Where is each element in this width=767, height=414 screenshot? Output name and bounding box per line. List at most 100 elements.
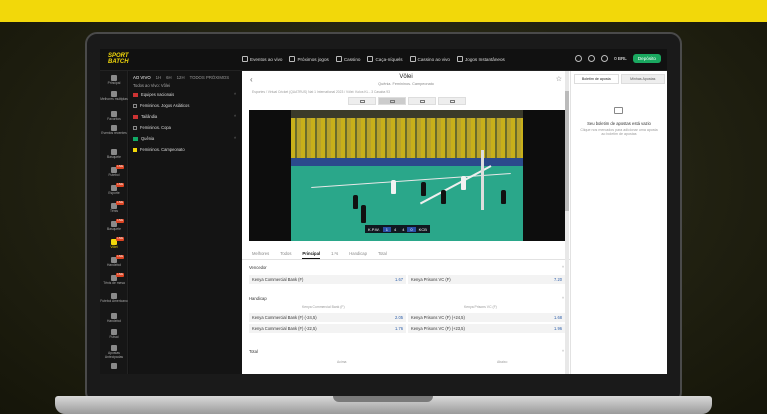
rail-item-football[interactable]: LIVE Futebol (100, 165, 128, 178)
checkbox[interactable] (133, 103, 137, 108)
betslip-empty-title: Seu boletim de apostas está vazio (587, 121, 651, 126)
outcome-label: Kenya Prisons VC (F) (+23,5) (411, 326, 465, 331)
home-team-abbr: K.P.W. (368, 226, 380, 232)
tab-live[interactable]: AO VIVO (133, 75, 151, 80)
nav-label: Próximos jogos (297, 56, 329, 62)
rail-item-american-football[interactable]: Futebol Americano (100, 293, 128, 304)
notification-icon[interactable] (588, 55, 596, 62)
video-player-figure (441, 190, 446, 204)
league-item[interactable]: Femininos. Jogos Asiáticos (133, 103, 238, 108)
nav-upcoming[interactable]: Próximos jogos (289, 56, 329, 62)
live-video-player[interactable]: K.P.W. 1 4 4 0 KCB (249, 110, 565, 241)
league-label: Tailândia (141, 114, 158, 119)
league-item[interactable]: Femininos. Copa (133, 125, 238, 130)
odds-row: Kenya Commercial Bank (F) 1.67 Kenya Pris… (249, 275, 565, 284)
tab-6h[interactable]: 6H (166, 75, 172, 80)
live-badge: LIVE (116, 237, 124, 241)
scrollbar-thumb[interactable] (565, 91, 569, 211)
rail-item-home[interactable]: Principal (100, 75, 128, 86)
chevron-up-icon[interactable]: ^ (562, 296, 564, 301)
scrollbar[interactable] (565, 71, 569, 374)
tab-main[interactable]: Principal (302, 251, 321, 259)
rail-label: Tênis (109, 209, 119, 213)
tab-total[interactable]: Total (378, 251, 387, 259)
tab-first[interactable]: 1.ºs (331, 251, 338, 259)
nav-live-events[interactable]: Eventos ao vivo (242, 56, 282, 62)
scoreboard-icon (359, 99, 365, 103)
rail-label: Futsal (109, 335, 119, 339)
tab-handicap[interactable]: Handicap (349, 251, 367, 259)
tab-all-upcoming[interactable]: TODOS PRÓXIMOS (190, 75, 230, 80)
rail-item-tennis[interactable]: LIVE Tênis (100, 201, 128, 214)
checkbox-checked[interactable] (133, 147, 137, 152)
league-header-national[interactable]: Equipes nacionais ^ (133, 92, 238, 97)
tab-my-bets[interactable]: Minhas Apostas (620, 74, 665, 84)
rail-item-basketball-1[interactable]: Basquete (100, 149, 128, 160)
rail-item-handball-2[interactable]: Handebol (100, 313, 128, 324)
rail-item-table-tennis[interactable]: LIVE Tênis de mesa (100, 273, 128, 286)
tab-12h[interactable]: 12H (177, 75, 185, 80)
rail-item-volleyball[interactable]: LIVE Vôlei (100, 237, 128, 250)
user-icon[interactable] (601, 55, 609, 62)
live-badge: LIVE (116, 165, 124, 169)
rocket-icon (456, 56, 463, 62)
league-header-thailand[interactable]: Tailândia ^ (133, 114, 238, 119)
column-header: Acima (337, 360, 347, 364)
rail-label: Apostas Antecipadas (104, 351, 124, 359)
rail-item-basketball-2[interactable]: LIVE Basquete (100, 219, 128, 232)
rail-item-more[interactable] (100, 363, 128, 370)
odds-button[interactable]: Kenya Prisons VC (F) 7.20 (408, 275, 565, 284)
rail-item-futsal[interactable]: Futsal (100, 329, 128, 340)
market-tabs: Melhores Todos Principal 1.ºs Handicap T… (252, 251, 387, 259)
favorite-star-icon[interactable]: ☆ (556, 75, 562, 83)
odds-button[interactable]: Kenya Commercial Bank (F) (-22,5) 1.76 (249, 324, 406, 333)
deposit-button[interactable]: Depósito (632, 54, 661, 63)
away-points: 4 (402, 226, 405, 232)
video-player-figure (391, 180, 396, 194)
rail-item-handball-1[interactable]: LIVE Handebol (100, 255, 128, 268)
tab-all[interactable]: Todos (280, 251, 291, 259)
outcome-label: Kenya Prisons VC (F) (411, 277, 451, 282)
odds-value: 2.05 (395, 315, 403, 320)
flag-icon (133, 114, 138, 119)
view-video-button[interactable] (378, 97, 406, 105)
rail-label: Eventos recentes (101, 131, 127, 135)
video-player-figure (501, 190, 506, 204)
tab-1h[interactable]: 1H (156, 75, 162, 80)
nav-live-casino[interactable]: Cassino ao vivo (409, 56, 450, 62)
nav-casino[interactable]: Cassino (335, 56, 360, 62)
market-title-total: Total (249, 349, 258, 354)
chevron-up-icon: ^ (234, 114, 236, 119)
checkbox[interactable] (133, 125, 137, 130)
search-icon[interactable] (575, 55, 583, 62)
rail-label: Basquete (107, 155, 121, 159)
league-header-kenya[interactable]: Quênia ^ (133, 136, 238, 141)
chevron-up-icon[interactable]: ^ (562, 265, 564, 270)
tab-best[interactable]: Melhores (252, 251, 269, 259)
rail-item-best-multiples[interactable]: Melhores multiplas (100, 91, 128, 102)
outcome-label: Kenya Commercial Bank (F) (-24,5) (252, 315, 317, 320)
chevron-up-icon[interactable]: ^ (562, 349, 564, 354)
odds-button[interactable]: Kenya Prisons VC (F) (+24,5) 1.68 (408, 313, 565, 322)
nav-instant-games[interactable]: Jogos Instantâneos (456, 56, 505, 62)
rail-item-esports[interactable]: LIVE Esporte (100, 183, 128, 196)
odds-button[interactable]: Kenya Prisons VC (F) (+23,5) 1.96 (408, 324, 565, 333)
tab-betslip[interactable]: Boletim de aposta (574, 74, 619, 84)
video-wall (291, 158, 523, 166)
tv-icon (242, 56, 248, 62)
all-live-filter[interactable]: Todos ao Vivo: Vôlei (133, 83, 170, 88)
nav-slots[interactable]: Caça-níquels (367, 56, 403, 62)
more-icon (111, 363, 117, 369)
odds-button[interactable]: Kenya Commercial Bank (F) (-24,5) 2.05 (249, 313, 406, 322)
market-title-handicap: Handicap (249, 296, 267, 301)
brand-logo[interactable]: SPORT BATCH (108, 53, 129, 65)
rail-item-favorites[interactable]: Favoritos (100, 111, 128, 122)
view-scoreboard-button[interactable] (348, 97, 376, 105)
view-field-button[interactable] (408, 97, 436, 105)
view-stats-button[interactable] (438, 97, 466, 105)
rail-item-early-bets[interactable]: Apostas Antecipadas (100, 345, 128, 359)
betslip-ticket-icon (614, 107, 623, 114)
league-item-selected[interactable]: Femininos. Campeonato (133, 147, 238, 152)
rail-item-recent[interactable]: Eventos recentes (100, 125, 128, 136)
odds-button[interactable]: Kenya Commercial Bank (F) 1.67 (249, 275, 406, 284)
